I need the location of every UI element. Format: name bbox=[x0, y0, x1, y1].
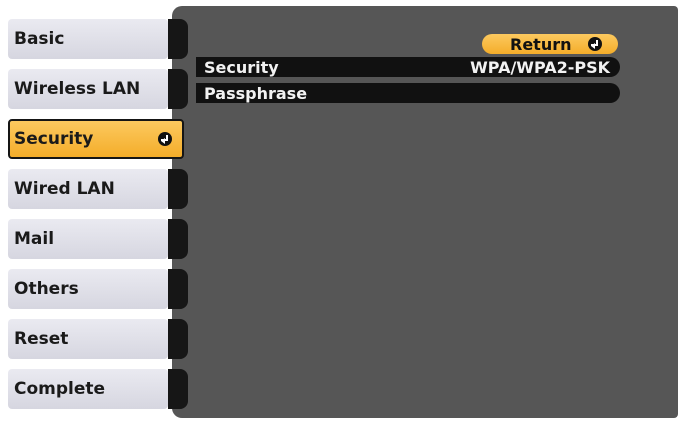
menu-item-complete[interactable]: Complete bbox=[8, 369, 188, 409]
setting-value: WPA/WPA2-PSK bbox=[470, 57, 610, 77]
enter-icon bbox=[588, 37, 602, 51]
menu-item-reset[interactable]: Reset bbox=[8, 319, 188, 359]
return-label: Return bbox=[510, 34, 572, 54]
menu-item-label: Basic bbox=[14, 29, 65, 49]
menu-item-basic[interactable]: Basic bbox=[8, 19, 188, 59]
tab-notch bbox=[168, 319, 188, 359]
tab-notch bbox=[168, 369, 188, 409]
tab-notch bbox=[168, 269, 188, 309]
menu-item-wireless-lan[interactable]: Wireless LAN bbox=[8, 69, 188, 109]
tab-notch bbox=[168, 69, 188, 109]
menu-item-label: Wireless LAN bbox=[14, 79, 141, 99]
menu-item-mail[interactable]: Mail bbox=[8, 219, 188, 259]
tab-notch bbox=[168, 219, 188, 259]
return-button[interactable]: Return bbox=[482, 34, 618, 54]
menu-item-label: Wired LAN bbox=[14, 179, 115, 199]
menu-item-label: Reset bbox=[14, 329, 69, 349]
menu-item-security[interactable]: Security bbox=[8, 119, 184, 159]
setting-name: Security bbox=[204, 57, 279, 77]
menu-item-label: Complete bbox=[14, 379, 106, 399]
setting-name: Passphrase bbox=[204, 83, 308, 103]
tab-notch bbox=[168, 169, 188, 209]
menu-item-label: Security bbox=[14, 129, 94, 149]
menu-item-others[interactable]: Others bbox=[8, 269, 188, 309]
enter-icon bbox=[158, 132, 172, 146]
setting-row-security[interactable]: Security WPA/WPA2-PSK bbox=[196, 57, 620, 77]
menu-item-label: Mail bbox=[14, 229, 55, 249]
setting-row-passphrase[interactable]: Passphrase bbox=[196, 83, 620, 103]
menu-item-label: Others bbox=[14, 279, 79, 299]
menu-item-wired-lan[interactable]: Wired LAN bbox=[8, 169, 188, 209]
tab-notch bbox=[168, 19, 188, 59]
